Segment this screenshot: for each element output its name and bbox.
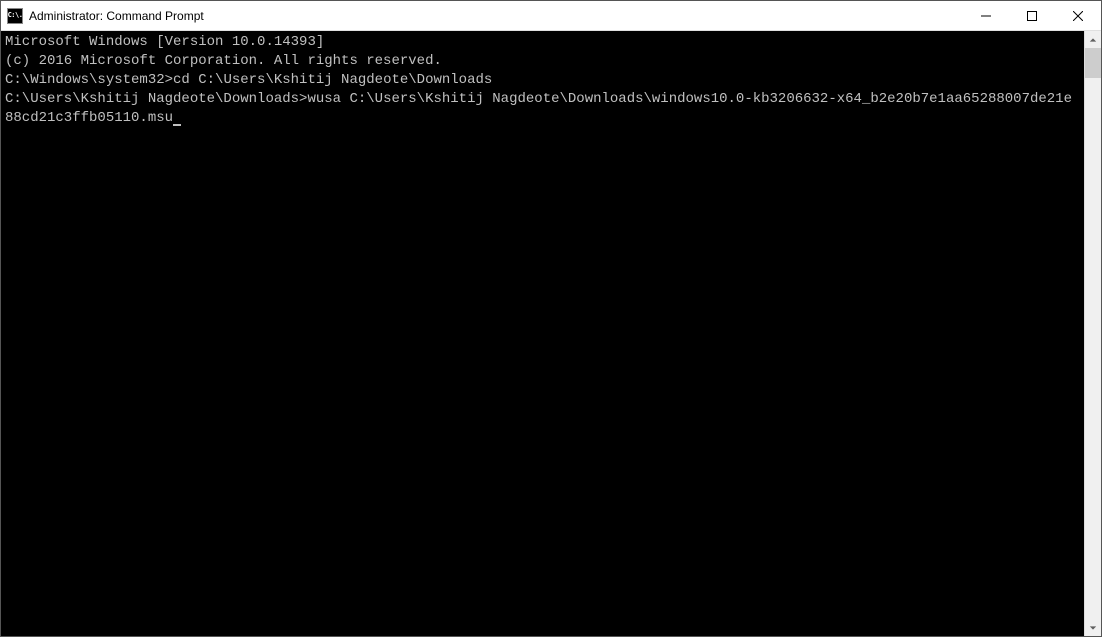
prompt-line-1: C:\Windows\system32>cd C:\Users\Kshitij … <box>5 71 1080 90</box>
scroll-down-button[interactable] <box>1085 619 1101 636</box>
chevron-up-icon <box>1089 36 1097 44</box>
titlebar-left: C:\. Administrator: Command Prompt <box>7 8 204 24</box>
minimize-icon <box>981 11 991 21</box>
prompt-2: C:\Users\Kshitij Nagdeote\Downloads> <box>5 91 307 107</box>
maximize-button[interactable] <box>1009 1 1055 30</box>
terminal-container: Microsoft Windows [Version 10.0.14393](c… <box>1 31 1101 636</box>
scroll-up-button[interactable] <box>1085 31 1101 48</box>
minimize-button[interactable] <box>963 1 1009 30</box>
window-title: Administrator: Command Prompt <box>29 9 204 23</box>
scroll-thumb[interactable] <box>1085 48 1101 78</box>
close-button[interactable] <box>1055 1 1101 30</box>
scroll-track[interactable] <box>1085 48 1101 619</box>
maximize-icon <box>1027 11 1037 21</box>
chevron-down-icon <box>1089 624 1097 632</box>
scrollbar[interactable] <box>1084 31 1101 636</box>
prompt-1: C:\Windows\system32> <box>5 72 173 88</box>
version-line: Microsoft Windows [Version 10.0.14393] <box>5 33 1080 52</box>
cmd-icon-text: C:\. <box>8 12 23 19</box>
cmd-icon: C:\. <box>7 8 23 24</box>
copyright-line: (c) 2016 Microsoft Corporation. All righ… <box>5 52 1080 71</box>
titlebar[interactable]: C:\. Administrator: Command Prompt <box>1 1 1101 31</box>
terminal-output[interactable]: Microsoft Windows [Version 10.0.14393](c… <box>1 31 1084 636</box>
cursor <box>173 124 181 126</box>
command-1: cd C:\Users\Kshitij Nagdeote\Downloads <box>173 72 492 88</box>
close-icon <box>1073 11 1083 21</box>
window-controls <box>963 1 1101 30</box>
prompt-line-2: C:\Users\Kshitij Nagdeote\Downloads>wusa… <box>5 90 1080 128</box>
